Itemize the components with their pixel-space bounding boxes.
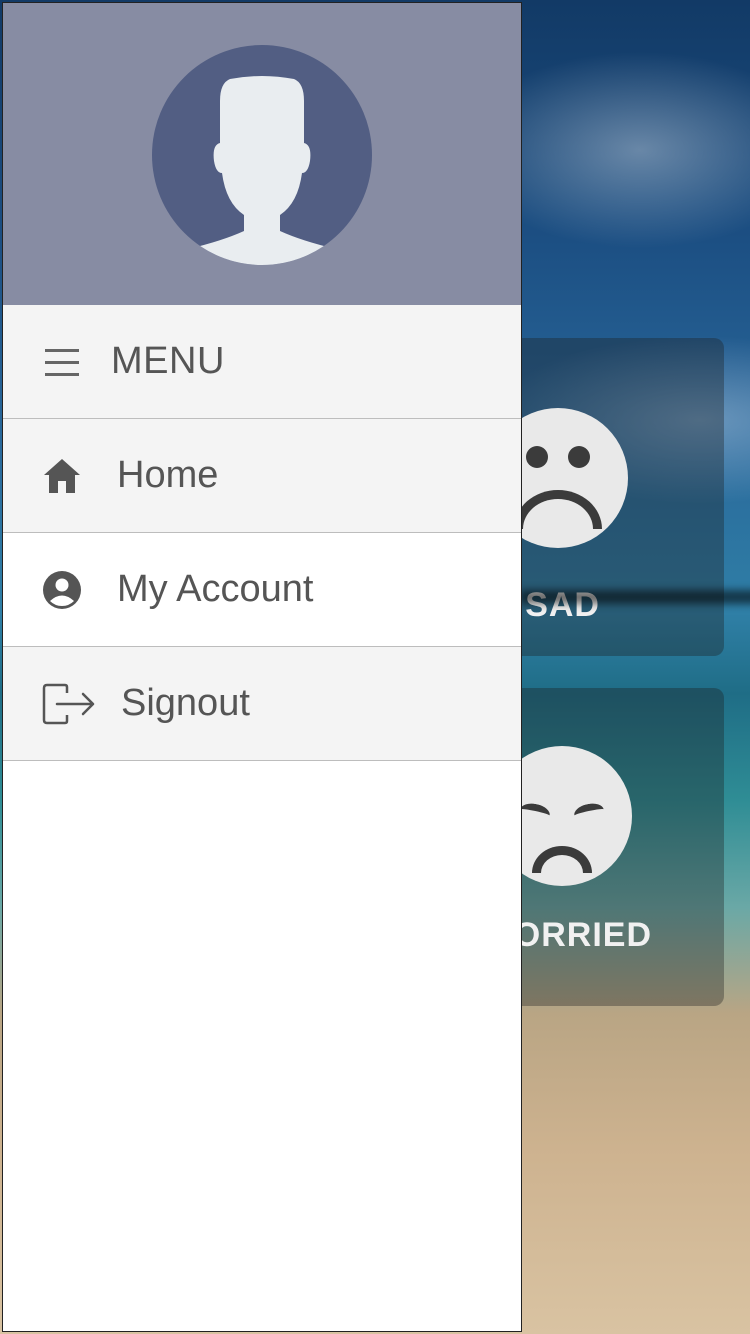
signout-icon xyxy=(41,683,97,725)
menu-item-label: Home xyxy=(117,454,219,496)
menu-item-label: My Account xyxy=(117,568,314,610)
menu-header-row: MENU xyxy=(3,305,521,419)
hamburger-menu-icon[interactable] xyxy=(41,341,83,383)
home-icon xyxy=(41,455,83,497)
user-silhouette-icon xyxy=(160,76,364,265)
mood-label-sad: SAD xyxy=(525,586,600,624)
drawer-header xyxy=(3,3,521,305)
avatar[interactable] xyxy=(152,45,372,265)
menu-item-home[interactable]: Home xyxy=(3,419,521,533)
account-circle-icon xyxy=(41,569,83,611)
menu-title: MENU xyxy=(111,340,225,382)
menu-item-my-account[interactable]: My Account xyxy=(3,533,521,647)
side-drawer: MENU Home My Account Signout xyxy=(2,2,522,1332)
menu-item-signout[interactable]: Signout xyxy=(3,647,521,761)
menu-item-label: Signout xyxy=(121,682,250,724)
mood-label-worried: ORRIED xyxy=(513,916,652,954)
